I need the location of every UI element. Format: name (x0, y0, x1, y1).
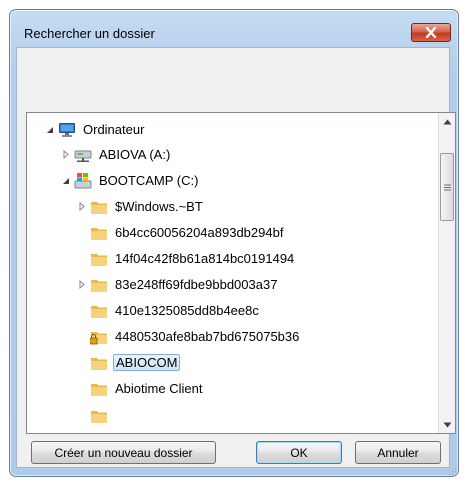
tree-item-folder[interactable]: 83e248ff69fdbe9bbd003a37 (77, 274, 279, 295)
folder-icon (90, 302, 108, 320)
tree-item-ordinateur[interactable]: Ordinateur (45, 119, 146, 140)
tree-item-abiocom[interactable]: ABIOCOM (90, 352, 181, 373)
locked-folder-icon (90, 328, 108, 346)
collapsed-arrow-icon[interactable] (61, 150, 71, 160)
dialog-title: Rechercher un dossier (24, 26, 155, 41)
tree-item-label: ABIOCOM (113, 354, 181, 371)
tree-item-label: 4480530afe8bab7bd675075b36 (115, 329, 300, 344)
scroll-up-button[interactable] (439, 113, 455, 130)
expanded-arrow-icon[interactable] (61, 176, 71, 186)
close-icon (425, 27, 437, 38)
scroll-down-button[interactable] (439, 416, 455, 433)
tree-item-windows-bt[interactable]: $Windows.~BT (77, 196, 205, 217)
new-folder-button[interactable]: Créer un nouveau dossier (31, 441, 216, 464)
close-button[interactable] (411, 23, 451, 42)
folder-icon (90, 198, 108, 216)
folder-tree[interactable]: Ordinateur ABIOVA (A:) BOOTCAMP (C:) $Wi… (26, 112, 456, 434)
collapsed-arrow-icon[interactable] (77, 280, 87, 290)
tree-item-label: 6b4cc60056204a893db294bf (115, 225, 284, 240)
tree-item-folder[interactable]: Abiotime Client (90, 378, 204, 399)
scroll-thumb[interactable] (440, 153, 454, 221)
tree-item-label: ABIOVA (A:) (99, 147, 171, 162)
tree-item-label: 14f04c42f8b61a814bc0191494 (115, 251, 295, 266)
folder-icon (90, 224, 108, 242)
folder-icon (90, 250, 108, 268)
title-bar[interactable]: Rechercher un dossier (10, 10, 458, 46)
scroll-up-icon (443, 119, 451, 124)
resize-grip-icon[interactable] (448, 467, 457, 476)
tree-item-folder[interactable]: 14f04c42f8b61a814bc0191494 (90, 248, 296, 269)
network-drive-icon (74, 146, 92, 164)
scroll-down-icon (443, 422, 451, 427)
tree-item-label: 83e248ff69fdbe9bbd003a37 (115, 277, 278, 292)
folder-icon (90, 380, 108, 398)
windows-drive-icon (74, 172, 92, 190)
collapsed-arrow-icon[interactable] (77, 202, 87, 212)
tree-item-abiova[interactable]: ABIOVA (A:) (61, 144, 172, 165)
grip-icon (443, 184, 451, 190)
cancel-button[interactable]: Annuler (355, 441, 441, 464)
folder-icon (90, 276, 108, 294)
tree-item-label: Abiotime Client (115, 381, 203, 396)
tree-item-folder[interactable]: 410e1325085dd8b4ee8c (90, 300, 261, 321)
tree-item-label: $Windows.~BT (115, 199, 203, 214)
tree-item-folder[interactable]: 6b4cc60056204a893db294bf (90, 222, 285, 243)
folder-icon (90, 354, 108, 372)
folder-icon (90, 407, 108, 425)
tree-item-bootcamp[interactable]: BOOTCAMP (C:) (61, 170, 200, 191)
tree-item-label: 410e1325085dd8b4ee8c (115, 303, 259, 318)
tree-item-folder[interactable]: 4480530afe8bab7bd675075b36 (90, 326, 301, 347)
tree-item-label: Ordinateur (83, 122, 145, 137)
vertical-scrollbar[interactable] (438, 113, 455, 433)
tree-item-label: BOOTCAMP (C:) (99, 173, 199, 188)
expanded-arrow-icon[interactable] (45, 125, 55, 135)
tree-item-partial (90, 405, 113, 426)
computer-icon (58, 121, 76, 139)
ok-button[interactable]: OK (256, 441, 342, 464)
